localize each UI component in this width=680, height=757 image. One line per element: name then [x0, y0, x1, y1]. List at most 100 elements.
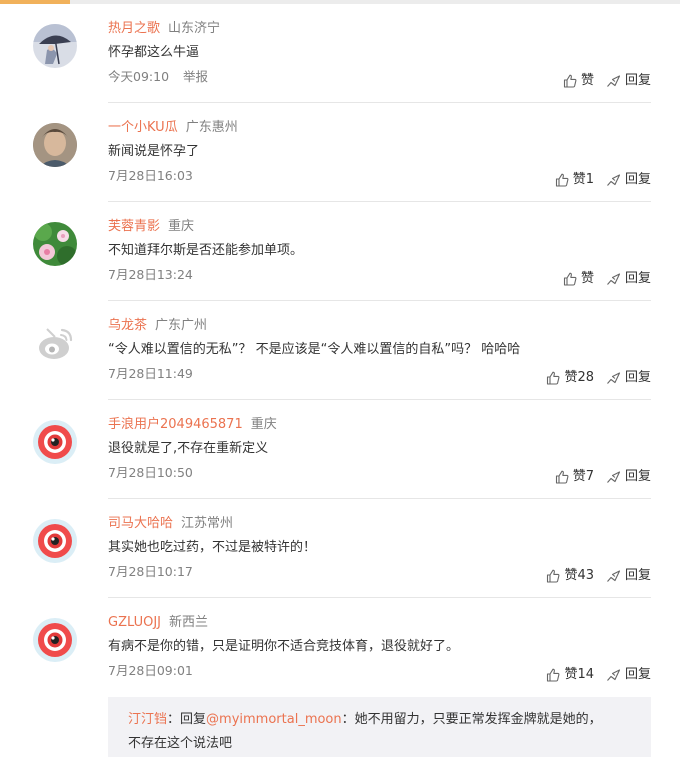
- weibo-red-avatar-icon: [33, 519, 77, 563]
- comment-time: 7月28日13:24: [108, 267, 193, 282]
- report-link[interactable]: 举报: [183, 69, 208, 84]
- reply-arrow-icon: [607, 669, 621, 681]
- umbrella-avatar-icon: [33, 24, 77, 68]
- like-button[interactable]: 赞43: [546, 567, 594, 585]
- mention-link[interactable]: @myimmortal_moon: [206, 712, 342, 727]
- comment-item: 芙蓉青影 重庆 不知道拜尔斯是否还能参加单项。 7月28日13:24 赞 回复: [0, 202, 680, 301]
- comment-meta: 7月28日10:17: [108, 563, 193, 580]
- comment-time: 7月28日11:49: [108, 366, 193, 381]
- reply-keyword: 回复: [180, 712, 207, 727]
- thumbs-up-icon: [555, 173, 569, 187]
- comment-time: 7月28日16:03: [108, 168, 193, 183]
- comment-text: 其实她也吃过药，不过是被特许的！: [108, 540, 317, 555]
- comment-text: 新闻说是怀孕了: [108, 144, 200, 159]
- user-location: 重庆: [168, 219, 195, 234]
- avatar[interactable]: [33, 24, 77, 68]
- comment-actions: 赞1 回复: [555, 171, 651, 189]
- comment-item: 司马大哈哈 江苏常州 其实她也吃过药，不过是被特许的！ 7月28日10:17 赞4…: [0, 499, 680, 598]
- like-button[interactable]: 赞: [563, 72, 594, 90]
- weibo-grey-avatar-icon: [33, 321, 77, 365]
- like-button[interactable]: 赞1: [555, 171, 594, 189]
- reply-username-link[interactable]: 汀汀铛: [128, 712, 167, 727]
- username-link[interactable]: 热月之歌: [108, 21, 160, 36]
- avatar[interactable]: [33, 222, 77, 266]
- like-button[interactable]: 赞: [563, 270, 594, 288]
- reply-arrow-icon: [607, 570, 621, 582]
- comment-actions: 赞14 回复: [546, 666, 651, 684]
- avatar[interactable]: [33, 420, 77, 464]
- comment-time: 7月28日09:01: [108, 663, 193, 678]
- reply-label: 回复: [624, 469, 651, 484]
- like-label: 赞7: [572, 469, 594, 484]
- thumbs-up-icon: [563, 272, 577, 286]
- like-label: 赞14: [564, 667, 594, 682]
- reply-button[interactable]: 回复: [606, 468, 651, 486]
- reply-button[interactable]: 回复: [606, 666, 651, 684]
- user-location: 广东广州: [155, 318, 208, 333]
- reply-label: 回复: [624, 172, 651, 187]
- username-link[interactable]: 一个小KU瓜: [108, 120, 178, 135]
- username-link[interactable]: 芙蓉青影: [108, 219, 160, 234]
- thumbs-up-icon: [555, 470, 569, 484]
- reply-button[interactable]: 回复: [606, 72, 651, 90]
- reply-label: 回复: [624, 667, 651, 682]
- comment-body: 热月之歌 山东济宁 怀孕都这么牛逼 今天09:10 举报 赞 回复: [108, 4, 651, 103]
- comment-header: 司马大哈哈 江苏常州: [108, 515, 233, 533]
- username-link[interactable]: 手浪用户2049465871: [108, 417, 243, 432]
- avatar[interactable]: [33, 519, 77, 563]
- comment-header: GZLUOJJ 新西兰: [108, 614, 208, 632]
- reply-button[interactable]: 回复: [606, 567, 651, 585]
- comment-header: 乌龙茶 广东广州: [108, 317, 207, 335]
- like-button[interactable]: 赞14: [546, 666, 594, 684]
- flower-avatar-icon: [33, 222, 77, 266]
- comment-header: 手浪用户2049465871 重庆: [108, 416, 277, 434]
- like-button[interactable]: 赞28: [546, 369, 594, 387]
- user-location: 江苏常州: [181, 516, 234, 531]
- comment-list: 热月之歌 山东济宁 怀孕都这么牛逼 今天09:10 举报 赞 回复 一个小KU瓜…: [0, 4, 680, 697]
- username-link[interactable]: 乌龙茶: [108, 318, 147, 333]
- user-location: 广东惠州: [185, 120, 238, 135]
- comment-body: 手浪用户2049465871 重庆 退役就是了,不存在重新定义 7月28日10:5…: [108, 400, 651, 499]
- user-location: 山东济宁: [168, 21, 221, 36]
- comment-meta: 7月28日11:49: [108, 365, 193, 382]
- comment-actions: 赞43 回复: [546, 567, 651, 585]
- like-label: 赞28: [564, 370, 594, 385]
- comment-meta: 7月28日16:03: [108, 167, 193, 184]
- reply-label: 回复: [624, 370, 651, 385]
- reply-text: 她不用留力，只要正常发挥金牌就是她的，: [354, 712, 602, 727]
- comment-body: 司马大哈哈 江苏常州 其实她也吃过药，不过是被特许的！ 7月28日10:17 赞4…: [108, 499, 651, 598]
- user-location: 新西兰: [169, 615, 209, 630]
- comment-text: 有病不是你的错，只是证明你不适合竞技体育，退役就好了。: [108, 639, 460, 654]
- thumbs-up-icon: [547, 371, 560, 385]
- like-label: 赞1: [572, 172, 594, 187]
- like-button[interactable]: 赞7: [555, 468, 594, 486]
- comment-actions: 赞7 回复: [555, 468, 651, 486]
- comment-text: “令人难以置信的无私”？ 不是应该是“令人难以置信的自私”吗？ 哈哈哈: [108, 342, 521, 357]
- comment-item: 热月之歌 山东济宁 怀孕都这么牛逼 今天09:10 举报 赞 回复: [0, 4, 680, 103]
- like-label: 赞: [580, 271, 594, 286]
- reply-separator: ：: [167, 712, 181, 727]
- reply-button[interactable]: 回复: [606, 270, 651, 288]
- comment-body: 芙蓉青影 重庆 不知道拜尔斯是否还能参加单项。 7月28日13:24 赞 回复: [108, 202, 651, 301]
- reply-arrow-icon: [607, 471, 621, 483]
- comment-header: 一个小KU瓜 广东惠州: [108, 119, 238, 137]
- username-link[interactable]: GZLUOJJ: [108, 615, 161, 630]
- reply-arrow-icon: [607, 372, 621, 384]
- reply-label: 回复: [624, 73, 651, 88]
- like-label: 赞43: [564, 568, 594, 583]
- reply-arrow-icon: [607, 75, 621, 87]
- avatar[interactable]: [33, 618, 77, 662]
- comment-time: 7月28日10:50: [108, 465, 193, 480]
- comment-actions: 赞 回复: [563, 270, 651, 288]
- reply-button[interactable]: 回复: [606, 171, 651, 189]
- avatar[interactable]: [33, 123, 77, 167]
- avatar[interactable]: [33, 321, 77, 365]
- comment-meta: 7月28日10:50: [108, 464, 193, 481]
- comment-header: 热月之歌 山东济宁: [108, 20, 220, 38]
- comment-body: GZLUOJJ 新西兰 有病不是你的错，只是证明你不适合竞技体育，退役就好了。 7…: [108, 598, 651, 697]
- like-label: 赞: [580, 73, 594, 88]
- comment-body: 乌龙茶 广东广州 “令人难以置信的无私”？ 不是应该是“令人难以置信的自私”吗？ …: [108, 301, 651, 400]
- reply-text-continued: 不存在这个说法吧: [128, 736, 233, 751]
- username-link[interactable]: 司马大哈哈: [108, 516, 173, 531]
- reply-button[interactable]: 回复: [606, 369, 651, 387]
